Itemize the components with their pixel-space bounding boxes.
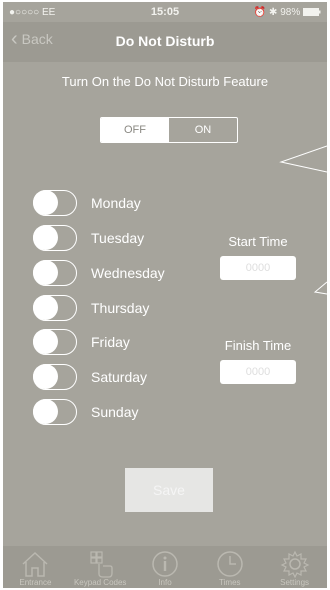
tab-label: Times — [219, 578, 241, 587]
clock-icon — [217, 551, 243, 577]
day-row-thursday: Thursday — [33, 294, 149, 322]
day-toggle-thursday[interactable] — [33, 295, 77, 321]
tab-label: Keypad Codes — [73, 578, 127, 587]
day-row-friday: Friday — [33, 328, 130, 356]
house-icon — [22, 551, 48, 577]
toggle-knob — [33, 399, 58, 424]
info-icon — [152, 551, 178, 577]
day-label: Tuesday — [91, 230, 145, 246]
day-row-saturday: Saturday — [33, 363, 147, 391]
save-button[interactable]: Save — [125, 468, 213, 512]
day-row-wednesday: Wednesday — [33, 259, 165, 287]
finish-time-input[interactable]: 0000 — [220, 360, 296, 384]
day-toggle-tuesday[interactable] — [33, 225, 77, 251]
day-row-monday: Monday — [33, 189, 141, 217]
day-label: Friday — [91, 334, 130, 350]
day-toggle-friday[interactable] — [33, 329, 77, 355]
toggle-knob — [33, 329, 58, 354]
day-label: Sunday — [91, 404, 139, 420]
alarm-icon: ⏰ — [253, 7, 267, 18]
status-bar: ●○○○○ EE 15:05 ⏰ ✱ 98% — [3, 2, 327, 22]
day-toggle-sunday[interactable] — [33, 399, 77, 425]
gear-icon — [280, 550, 309, 578]
tab-label: Settings — [280, 578, 310, 587]
day-row-sunday: Sunday — [33, 398, 138, 426]
screen: ●○○○○ EE 15:05 ⏰ ✱ 98% ‹ Back Do Not Dis… — [3, 2, 327, 588]
battery-status: ⏰ ✱ 98% — [254, 7, 321, 18]
toggle-knob — [33, 260, 58, 285]
tab-label: Info — [158, 578, 172, 587]
off-segment[interactable]: OFF — [101, 118, 169, 142]
keypad-hand-icon — [90, 551, 113, 578]
tab-keypad-codes[interactable]: Keypad Codes — [68, 546, 133, 588]
toggle-knob — [33, 364, 58, 389]
feature-instruction: Turn On the Do Not Disturb Feature — [61, 74, 269, 89]
toggle-knob — [33, 295, 58, 320]
day-toggle-saturday[interactable] — [33, 364, 77, 390]
page-title: Do Not Disturb — [115, 33, 215, 49]
finish-time-label: Finish Time — [224, 338, 292, 353]
day-label: Wednesday — [91, 265, 165, 281]
battery-percent: 98% — [280, 7, 301, 18]
tab-settings[interactable]: Settings — [262, 546, 327, 588]
on-segment[interactable]: ON — [169, 118, 237, 142]
tab-entrance[interactable]: Entrance — [3, 546, 68, 588]
tab-times[interactable]: Times — [197, 546, 262, 588]
tab-info[interactable]: Info — [133, 546, 198, 588]
navigation-bar: ‹ Back Do Not Disturb — [3, 22, 327, 62]
bluetooth-icon: ✱ — [269, 7, 278, 18]
start-time-label: Start Time — [228, 234, 288, 249]
day-label: Thursday — [91, 300, 150, 316]
toggle-knob — [33, 190, 58, 215]
day-toggle-wednesday[interactable] — [33, 260, 77, 286]
day-row-tuesday: Tuesday — [33, 224, 144, 252]
tab-label: Entrance — [19, 578, 52, 587]
battery-icon — [303, 8, 321, 17]
tab-bar: Entrance Keypad Codes Info Times Setting… — [3, 546, 327, 588]
toggle-knob — [33, 225, 58, 250]
day-label: Monday — [91, 195, 141, 211]
day-toggle-monday[interactable] — [33, 190, 77, 216]
feature-toggle: OFF ON — [100, 117, 238, 143]
day-label: Saturday — [91, 369, 148, 385]
start-time-input[interactable]: 0000 — [220, 256, 296, 280]
